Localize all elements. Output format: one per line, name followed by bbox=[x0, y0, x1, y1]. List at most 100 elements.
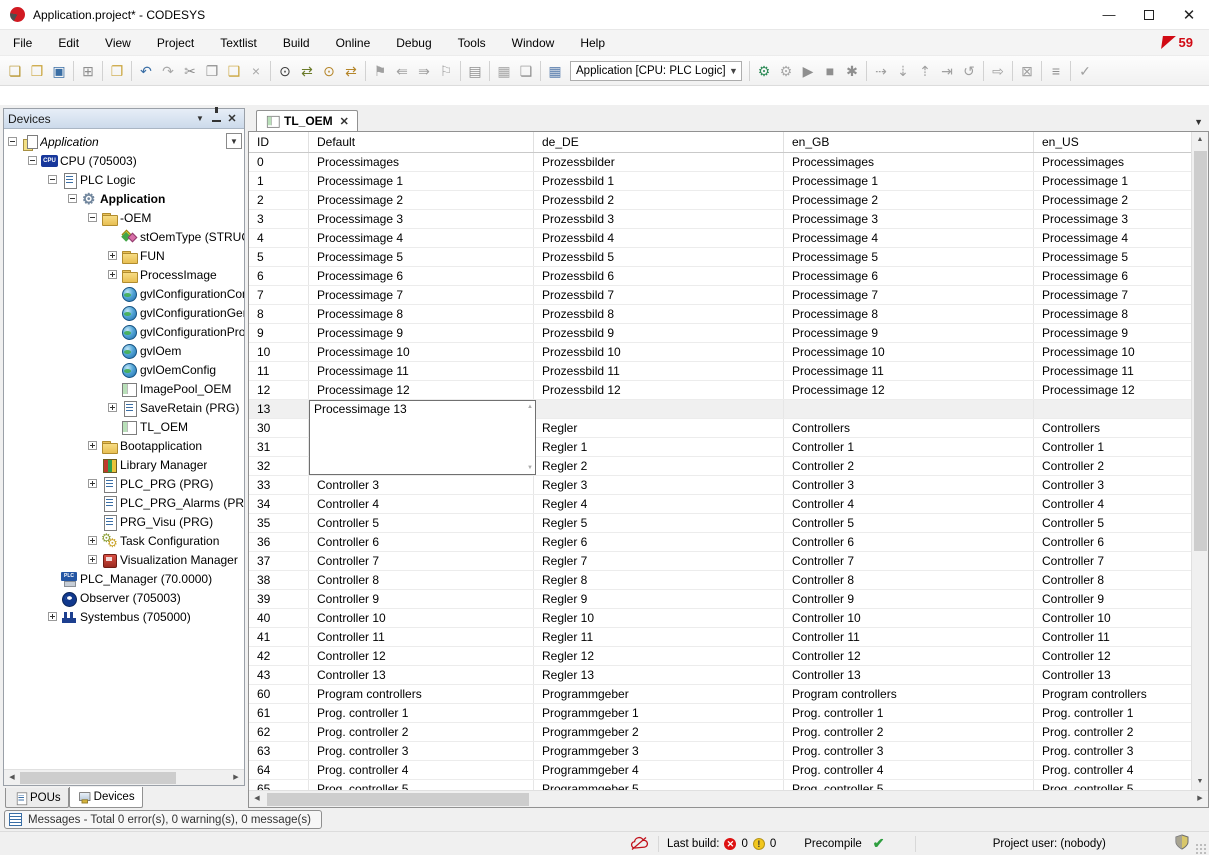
cell[interactable]: Processimage 2 bbox=[309, 191, 534, 209]
scroll-right-icon[interactable]: ▶ bbox=[228, 770, 244, 786]
plus-expander-icon[interactable] bbox=[108, 270, 117, 279]
cell[interactable]: Processimage 6 bbox=[309, 267, 534, 285]
tree-item-systembus-705000[interactable]: Systembus (705000) bbox=[4, 607, 244, 626]
panel-menu-dropdown-icon[interactable]: ▼ bbox=[192, 114, 208, 123]
scroll-right-icon[interactable]: ▶ bbox=[1192, 791, 1208, 807]
scroll-left-icon[interactable]: ◀ bbox=[4, 770, 20, 786]
cell[interactable]: Regler 3 bbox=[534, 476, 784, 494]
cell[interactable]: 4 bbox=[249, 229, 309, 247]
cell[interactable]: Processimage 12 bbox=[784, 381, 1034, 399]
tree-item-plc-prg-prg[interactable]: PLC_PRG (PRG) bbox=[4, 474, 244, 493]
tree-item-gvlconfigurationcon[interactable]: gvlConfigurationCon bbox=[4, 284, 244, 303]
table-row[interactable]: 12Processimage 12Prozessbild 12Processim… bbox=[249, 381, 1191, 400]
maximize-button[interactable] bbox=[1129, 0, 1169, 29]
tree-item-oem[interactable]: -OEM bbox=[4, 208, 244, 227]
cell[interactable]: Processimage 11 bbox=[784, 362, 1034, 380]
login-button[interactable]: ⚙ bbox=[753, 60, 775, 82]
cell[interactable]: 38 bbox=[249, 571, 309, 589]
cell[interactable]: Controller 6 bbox=[309, 533, 534, 551]
cell[interactable]: Regler 11 bbox=[534, 628, 784, 646]
cell[interactable]: Prog. controller 3 bbox=[1034, 742, 1191, 760]
cell[interactable]: Controller 10 bbox=[309, 609, 534, 627]
cell[interactable]: 8 bbox=[249, 305, 309, 323]
cell[interactable]: 7 bbox=[249, 286, 309, 304]
cell[interactable]: Controllers bbox=[784, 419, 1034, 437]
tree-item-imagepool-oem[interactable]: ImagePool_OEM bbox=[4, 379, 244, 398]
cell[interactable]: 2 bbox=[249, 191, 309, 209]
cell[interactable]: 64 bbox=[249, 761, 309, 779]
cell[interactable]: Prozessbild 5 bbox=[534, 248, 784, 266]
table-row[interactable]: 8Processimage 8Prozessbild 8Processimage… bbox=[249, 305, 1191, 324]
devices-horizontal-scrollbar[interactable]: ◀ ▶ bbox=[4, 769, 244, 785]
cell[interactable]: Controller 7 bbox=[309, 552, 534, 570]
menu-window[interactable]: Window bbox=[499, 32, 568, 54]
run-to-cursor-button[interactable]: ⇥ bbox=[936, 60, 958, 82]
cell[interactable]: Processimage 3 bbox=[309, 210, 534, 228]
force-values-button[interactable]: ✓ bbox=[1074, 60, 1096, 82]
plus-expander-icon[interactable] bbox=[88, 536, 97, 545]
cell[interactable]: 63 bbox=[249, 742, 309, 760]
cell[interactable]: 35 bbox=[249, 514, 309, 532]
table-row[interactable]: 5Processimage 5Prozessbild 5Processimage… bbox=[249, 248, 1191, 267]
menu-project[interactable]: Project bbox=[144, 32, 207, 54]
minus-expander-icon[interactable] bbox=[68, 194, 77, 203]
cell[interactable]: 34 bbox=[249, 495, 309, 513]
cell[interactable]: Controller 8 bbox=[1034, 571, 1191, 589]
cell[interactable]: Prog. controller 5 bbox=[1034, 780, 1191, 790]
table-row[interactable]: 33Controller 3Regler 3Controller 3Contro… bbox=[249, 476, 1191, 495]
plus-expander-icon[interactable] bbox=[108, 403, 117, 412]
table-row[interactable]: 11Processimage 11Prozessbild 11Processim… bbox=[249, 362, 1191, 381]
cell[interactable]: Programmgeber bbox=[534, 685, 784, 703]
cell[interactable]: Controller 5 bbox=[784, 514, 1034, 532]
tree-item-application[interactable]: Application▼ bbox=[4, 132, 244, 151]
cell[interactable]: Controller 12 bbox=[784, 647, 1034, 665]
cell[interactable]: Processimages bbox=[1034, 153, 1191, 171]
cell[interactable]: Controller 12 bbox=[1034, 647, 1191, 665]
table-row[interactable]: 4Processimage 4Prozessbild 4Processimage… bbox=[249, 229, 1191, 248]
cell[interactable]: Controller 10 bbox=[784, 609, 1034, 627]
column-header-id[interactable]: ID bbox=[249, 132, 309, 152]
minus-expander-icon[interactable] bbox=[28, 156, 37, 165]
cell[interactable]: Controller 3 bbox=[309, 476, 534, 494]
cell[interactable]: Processimage 10 bbox=[784, 343, 1034, 361]
cell[interactable]: Prog. controller 1 bbox=[784, 704, 1034, 722]
table-row[interactable]: 64Prog. controller 4Programmgeber 4Prog.… bbox=[249, 761, 1191, 780]
cell[interactable]: Regler 10 bbox=[534, 609, 784, 627]
cell[interactable]: Controller 9 bbox=[309, 590, 534, 608]
table-row[interactable]: 37Controller 7Regler 7Controller 7Contro… bbox=[249, 552, 1191, 571]
messages-collapsed-panel[interactable]: Messages - Total 0 error(s), 0 warning(s… bbox=[4, 810, 322, 829]
cell[interactable]: Prog. controller 4 bbox=[784, 761, 1034, 779]
cell[interactable]: Processimage 8 bbox=[784, 305, 1034, 323]
cell[interactable]: Prozessbild 2 bbox=[534, 191, 784, 209]
plus-expander-icon[interactable] bbox=[108, 251, 117, 260]
cell[interactable]: Processimage 9 bbox=[309, 324, 534, 342]
print-button[interactable]: ⊞ bbox=[77, 60, 99, 82]
table-row[interactable]: 10Processimage 10Prozessbild 10Processim… bbox=[249, 343, 1191, 362]
menu-tools[interactable]: Tools bbox=[445, 32, 499, 54]
tree-item-gvlconfigurationprod[interactable]: gvlConfigurationProd bbox=[4, 322, 244, 341]
plus-expander-icon[interactable] bbox=[48, 612, 57, 621]
menu-textlist[interactable]: Textlist bbox=[207, 32, 270, 54]
minimize-button[interactable]: — bbox=[1089, 0, 1129, 29]
table-row[interactable]: 1Processimage 1Prozessbild 1Processimage… bbox=[249, 172, 1191, 191]
cut-button[interactable]: ✂ bbox=[179, 60, 201, 82]
cell[interactable]: Controller 10 bbox=[1034, 609, 1191, 627]
run-button[interactable]: ▶ bbox=[797, 60, 819, 82]
paste-button[interactable]: ❑ bbox=[223, 60, 245, 82]
table-row[interactable]: 61Prog. controller 1Programmgeber 1Prog.… bbox=[249, 704, 1191, 723]
find-button[interactable]: ⊙ bbox=[274, 60, 296, 82]
table-row[interactable]: 43Controller 13Regler 13Controller 13Con… bbox=[249, 666, 1191, 685]
step-out-button[interactable]: ⇡ bbox=[914, 60, 936, 82]
table-row[interactable]: 39Controller 9Regler 9Controller 9Contro… bbox=[249, 590, 1191, 609]
delete-button[interactable]: × bbox=[245, 60, 267, 82]
cell[interactable]: Prozessbild 6 bbox=[534, 267, 784, 285]
cell[interactable]: Prog. controller 2 bbox=[1034, 723, 1191, 741]
menu-file[interactable]: File bbox=[0, 32, 45, 54]
step-into-button[interactable]: ⇣ bbox=[892, 60, 914, 82]
cell[interactable]: Processimage 8 bbox=[1034, 305, 1191, 323]
previous-bookmark-button[interactable]: ⇚ bbox=[391, 60, 413, 82]
scroll-left-icon[interactable]: ◀ bbox=[249, 791, 265, 807]
cell[interactable]: Regler 4 bbox=[534, 495, 784, 513]
cell[interactable]: Controller 8 bbox=[784, 571, 1034, 589]
cell[interactable]: Prozessbild 10 bbox=[534, 343, 784, 361]
